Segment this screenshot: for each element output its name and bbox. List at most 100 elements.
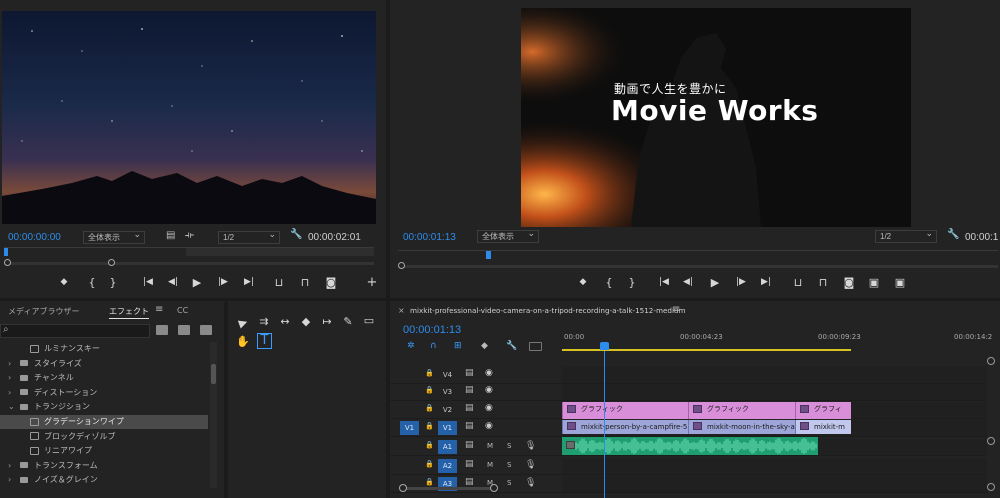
lift-button[interactable]: ⊔: [791, 276, 805, 289]
mute-button[interactable]: M: [487, 461, 493, 469]
program-go-to-out-button[interactable]: ▶|: [757, 277, 775, 287]
program-fit-select[interactable]: 全体表示: [477, 228, 539, 243]
microphone-icon[interactable]: 🎙: [525, 478, 536, 488]
type-tool[interactable]: T: [257, 333, 272, 349]
program-step-forward-button[interactable]: |▶: [733, 277, 749, 287]
source-timecode[interactable]: 00:00:00:00: [8, 232, 61, 243]
lock-icon[interactable]: 🔒: [425, 460, 434, 468]
eye-icon[interactable]: ◉: [485, 421, 493, 431]
graphic-clip[interactable]: グラフィック: [688, 402, 795, 419]
source-fit-select[interactable]: 全体表示: [83, 229, 145, 244]
wrench-icon[interactable]: 🔧: [290, 229, 302, 240]
program-step-back-button[interactable]: ◀|: [680, 277, 696, 287]
selection-tool[interactable]: ▶: [234, 314, 252, 331]
eye-icon[interactable]: ◉: [485, 403, 493, 413]
program-play-button[interactable]: ▶: [708, 276, 722, 289]
source-playhead[interactable]: [4, 248, 8, 256]
proxy-toggle-button[interactable]: ▣: [893, 276, 907, 289]
solo-button[interactable]: S: [507, 461, 511, 469]
razor-tool[interactable]: ◆: [299, 315, 313, 328]
effects-tree-item[interactable]: リニアワイプ: [0, 444, 208, 458]
track-target-a1[interactable]: A1: [438, 440, 457, 454]
effects-tree-item[interactable]: ブロックディゾルブ: [0, 430, 208, 444]
lock-icon[interactable]: 🔒: [425, 404, 434, 412]
effects-search-field[interactable]: ⌕: [0, 324, 150, 338]
mark-in-button[interactable]: {: [85, 276, 99, 289]
tab-cc[interactable]: CC: [177, 306, 188, 315]
graphic-clip[interactable]: グラフィ: [795, 402, 851, 419]
program-timecode[interactable]: 00:00:01:13: [403, 232, 456, 243]
effects-tree-item[interactable]: › ノイズ＆グレイン: [0, 473, 208, 487]
lock-icon[interactable]: 🔒: [425, 422, 434, 430]
yuv-icon[interactable]: [200, 325, 212, 335]
tab-media-browser[interactable]: メディアブラウザー: [8, 306, 79, 317]
sync-lock-icon[interactable]: ▤: [465, 459, 474, 469]
add-button[interactable]: +: [365, 275, 379, 290]
program-wrench-icon[interactable]: 🔧: [947, 229, 959, 240]
track-target-v4[interactable]: V4: [438, 368, 457, 382]
slip-tool[interactable]: ↦: [320, 315, 334, 328]
chevron-right-icon[interactable]: ›: [8, 357, 11, 371]
solo-button[interactable]: S: [507, 479, 511, 487]
step-forward-button[interactable]: |▶: [215, 277, 231, 287]
mark-out-button[interactable]: }: [106, 276, 120, 289]
program-export-frame-button[interactable]: ◙: [842, 276, 856, 289]
chevron-right-icon[interactable]: ›: [8, 371, 11, 385]
tab-effects[interactable]: エフェクト: [109, 306, 149, 319]
effects-tree-item[interactable]: ⌄ トランジション: [0, 400, 208, 414]
track-target-a2[interactable]: A2: [438, 459, 457, 473]
effects-tree-item[interactable]: › スタイライズ: [0, 357, 208, 371]
ripple-edit-tool[interactable]: ↔: [278, 315, 292, 328]
effects-tree-item[interactable]: › トランスフォーム: [0, 459, 208, 473]
sync-lock-icon[interactable]: ▤: [465, 421, 474, 431]
microphone-icon[interactable]: 🎙: [525, 460, 536, 470]
overwrite-button[interactable]: ⊓: [298, 276, 312, 289]
lock-icon[interactable]: 🔒: [425, 478, 434, 486]
sync-lock-icon[interactable]: ▤: [465, 477, 474, 487]
timeline-vscroll[interactable]: [987, 357, 995, 491]
lock-icon[interactable]: 🔒: [425, 441, 434, 449]
insert-button[interactable]: ⊔: [272, 276, 286, 289]
microphone-icon[interactable]: 🎙: [525, 441, 536, 451]
program-marker-button[interactable]: ◆: [576, 277, 590, 287]
program-zoom-bar[interactable]: [398, 262, 998, 269]
mute-button[interactable]: M: [487, 442, 493, 450]
rectangle-tool[interactable]: ▭: [362, 314, 376, 327]
extract-button[interactable]: ⊓: [816, 276, 830, 289]
marker-button[interactable]: ◆: [57, 277, 71, 287]
export-frame-button[interactable]: ◙: [324, 276, 338, 289]
program-go-to-in-button[interactable]: |◀: [655, 277, 673, 287]
program-scrub-bar[interactable]: [398, 250, 998, 260]
step-back-button[interactable]: ◀|: [165, 277, 181, 287]
effects-menu-icon[interactable]: ≡: [155, 304, 163, 315]
source-resolution-select[interactable]: 1/2: [218, 229, 280, 244]
effects-scrollbar[interactable]: [210, 342, 217, 488]
chevron-right-icon[interactable]: ›: [8, 386, 11, 400]
play-button[interactable]: ▶: [190, 276, 204, 289]
settings-icon[interactable]: ▤: [166, 230, 175, 241]
effects-tree-item[interactable]: グラデーションワイプ: [0, 415, 208, 429]
sync-lock-icon[interactable]: ▤: [465, 440, 474, 450]
sync-lock-icon[interactable]: ▤: [465, 385, 474, 395]
effects-tree-item[interactable]: ルミナンスキー: [0, 342, 208, 356]
program-video-frame[interactable]: 動画で人生を豊かに Movie Works: [521, 8, 911, 227]
source-patch-v1[interactable]: V1: [400, 421, 419, 435]
track-target-v2[interactable]: V2: [438, 403, 457, 417]
eye-icon[interactable]: ◉: [485, 385, 493, 395]
program-mark-out-button[interactable]: }: [625, 276, 639, 289]
eye-icon[interactable]: ◉: [485, 368, 493, 378]
video-clip[interactable]: mixkit-m: [795, 420, 851, 434]
audio-clip[interactable]: [562, 437, 818, 455]
source-video-frame[interactable]: [2, 11, 376, 224]
effects-tree-item[interactable]: › チャンネル: [0, 371, 208, 385]
chevron-down-icon[interactable]: ⌄: [8, 400, 15, 414]
video-clip[interactable]: mixkit-moon-in-the-sky-a: [688, 420, 795, 434]
compare-view-button[interactable]: ▣: [867, 276, 881, 289]
sync-lock-icon[interactable]: ▤: [465, 368, 474, 378]
effects-tree-item[interactable]: › ディストーション: [0, 386, 208, 400]
chevron-right-icon[interactable]: ›: [8, 459, 11, 473]
sync-lock-icon[interactable]: ▤: [465, 403, 474, 413]
source-zoom-bar[interactable]: [4, 259, 374, 266]
program-mark-in-button[interactable]: {: [602, 276, 616, 289]
track-target-v1[interactable]: V1: [438, 421, 457, 435]
